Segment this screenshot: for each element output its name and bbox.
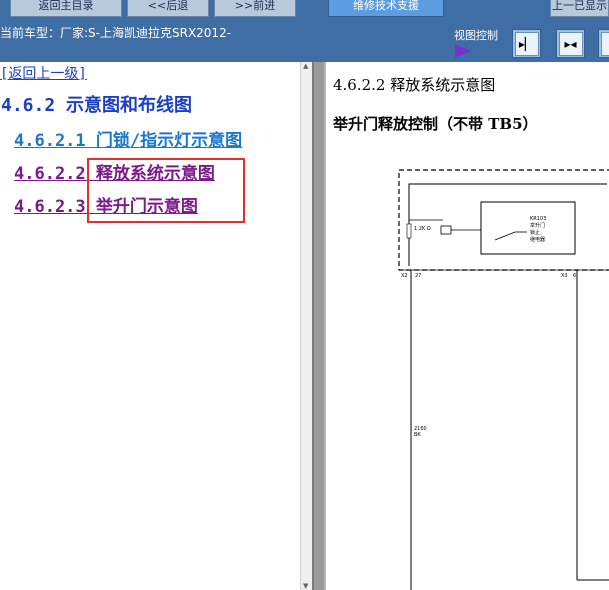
relay-label-3: 继电器 [530,236,545,243]
document-subtitle: 举升门释放控制（不带 TB5） [333,115,538,133]
play-icon[interactable] [455,44,471,58]
current-model-label: 当前车型：厂家:S-上海凯迪拉克SRX2012- [0,26,232,40]
toc-item-door-lock[interactable]: 4.6.2.1 门锁/指示灯示意图 [14,126,242,151]
tech-support-button[interactable]: 维修技术支援 [328,0,444,17]
relay-label-0: KR103 [530,216,546,222]
scroll-up-icon[interactable]: ▲ [303,62,308,70]
expand-right-icon: ▸▏ [514,31,539,56]
view-expand-left-button[interactable]: ◂ [598,29,609,58]
right-nav-button[interactable]: 上一已显示 [550,0,609,17]
toc-section-title: 4.6.2 示意图和布线图 [1,95,193,116]
view-control-label: 视图控制 [454,29,498,42]
connector-x2-pin: 27 [415,273,421,279]
split-view-icon: ▸◂ [558,31,583,56]
scroll-down-icon[interactable]: ▼ [303,582,308,590]
pane-divider[interactable] [312,62,326,590]
wire-color-label: BK [414,432,421,438]
connector-x3-label: X3 [561,273,568,279]
back-to-parent-link[interactable]: [返回上一级] [0,63,87,83]
view-split-button[interactable]: ▸◂ [556,29,585,58]
relay-coil-icon [440,225,452,235]
home-button[interactable]: 返回主目录 [10,0,122,17]
wiring-diagram: 1.2K Ω KR103 举升门 锁止 继电器 X2 27 X3 6 2160 … [398,169,609,590]
view-expand-right-button[interactable]: ▸▏ [512,29,541,58]
relay-box [480,201,576,255]
expand-left-icon: ◂ [600,31,609,56]
back-button[interactable]: <<后退 [127,0,209,17]
resistor-label: 1.2K Ω [414,226,431,232]
forward-button[interactable]: >>前进 [214,0,296,17]
relay-label-2: 锁止 [530,229,540,236]
highlight-annotation-box [87,158,245,223]
toc-scrollbar[interactable]: ▲ ▼ [300,62,312,590]
resistor-icon [406,223,412,239]
connector-x2-label: X2 [401,273,408,279]
connector-x3-pin: 6 [573,273,576,279]
document-heading: 4.6.2.2 释放系统示意图 [333,76,496,94]
top-toolbar: 返回主目录 <<后退 >>前进 维修技术支援 上一已显示 当前车型：厂家:S-上… [0,0,609,62]
relay-label-1: 举升门 [530,222,545,229]
